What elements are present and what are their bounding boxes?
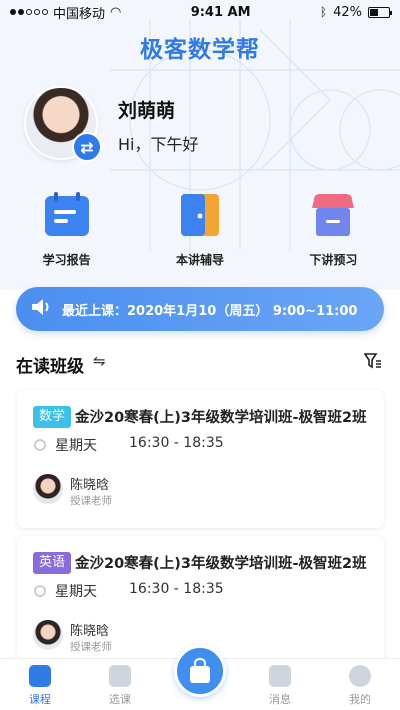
profile-icon	[349, 665, 371, 687]
upcoming-class-banner[interactable]: 最近上课：2020年1月10（周五） 9:00~11:00	[16, 287, 384, 331]
clock-icon	[34, 439, 46, 451]
swap-icon: ⇄	[80, 137, 94, 157]
status-time: 9:41 AM	[190, 4, 251, 20]
report-icon	[42, 190, 92, 240]
battery-icon	[367, 6, 392, 18]
class-card[interactable]: 数学 金沙20寒春(上)3年级数学培训班-极智班2班 星期天 16:30 - 1…	[17, 390, 384, 528]
filter-icon[interactable]	[363, 352, 382, 370]
subject-tag: 英语	[33, 552, 72, 574]
tab-select-course[interactable]: 选课	[80, 659, 160, 710]
tab-messages[interactable]: 消息	[240, 659, 320, 710]
upcoming-class-text: 最近上课：2020年1月10（周五） 9:00~11:00	[62, 303, 358, 319]
quick-action-label: 下讲预习	[309, 253, 358, 267]
subject-tag: 数学	[33, 406, 72, 428]
quick-action-preview[interactable]: 下讲预习	[267, 190, 400, 268]
tab-label: 课程	[29, 693, 51, 706]
class-day: 星期天	[55, 584, 97, 600]
swap-classes-icon[interactable]: ⇋	[93, 352, 106, 370]
bluetooth-icon: ᛒ	[319, 5, 328, 19]
teacher-role: 授课老师	[70, 641, 112, 653]
teacher-name: 陈晓晗	[70, 478, 110, 493]
user-name: 刘萌萌	[118, 100, 176, 122]
status-left: 中国移动 ◠	[10, 3, 121, 22]
battery-percent: 42%	[333, 4, 362, 20]
tab-label: 我的	[349, 693, 371, 706]
tab-bar: 课程 选课 消息 我的	[0, 645, 400, 710]
clock-icon	[34, 585, 46, 597]
tab-label: 选课	[109, 693, 131, 706]
battery-fill	[369, 8, 378, 16]
course-icon	[29, 665, 51, 687]
bag-button[interactable]	[174, 645, 226, 697]
switch-account-button[interactable]: ⇄	[72, 132, 102, 162]
tab-bag[interactable]	[160, 645, 240, 710]
greeting: Hi，下午好	[118, 135, 199, 154]
speaker-icon	[30, 297, 52, 321]
select-course-icon	[109, 665, 131, 687]
class-day: 星期天	[55, 438, 97, 454]
box-icon	[308, 190, 358, 240]
message-icon	[269, 665, 291, 687]
class-time: 16:30 - 18:35	[129, 435, 224, 451]
tab-profile[interactable]: 我的	[320, 659, 400, 710]
status-right: ᛒ 42%	[319, 4, 392, 20]
wifi-icon: ◠	[110, 4, 122, 20]
app-title: 极客数学帮	[140, 37, 260, 63]
teacher-role: 授课老师	[70, 495, 112, 507]
quick-actions: 学习报告 本讲辅导 下讲预习	[0, 190, 400, 268]
profile-avatar-wrap: ⇄	[24, 86, 102, 162]
quick-action-label: 本讲辅导	[175, 253, 224, 267]
quick-action-tutoring[interactable]: 本讲辅导	[133, 190, 266, 268]
section-title: 在读班级	[16, 357, 84, 377]
tab-course[interactable]: 课程	[0, 659, 80, 710]
class-title: 金沙20寒春(上)3年级数学培训班-极智班2班	[75, 556, 367, 572]
bag-icon	[190, 658, 210, 683]
carrier-label: 中国移动	[53, 6, 106, 22]
quick-action-study-report[interactable]: 学习报告	[0, 190, 133, 268]
teacher-avatar	[33, 620, 63, 650]
class-title: 金沙20寒春(上)3年级数学培训班-极智班2班	[75, 410, 367, 426]
quick-action-label: 学习报告	[42, 253, 91, 267]
class-time: 16:30 - 18:35	[129, 581, 224, 597]
status-bar: 中国移动 ◠ 9:41 AM ᛒ 42%	[0, 0, 400, 24]
signal-icon	[10, 9, 48, 15]
door-icon	[175, 190, 225, 240]
teacher-avatar	[33, 474, 63, 504]
teacher-name: 陈晓晗	[70, 624, 110, 639]
tab-label: 消息	[269, 693, 291, 706]
